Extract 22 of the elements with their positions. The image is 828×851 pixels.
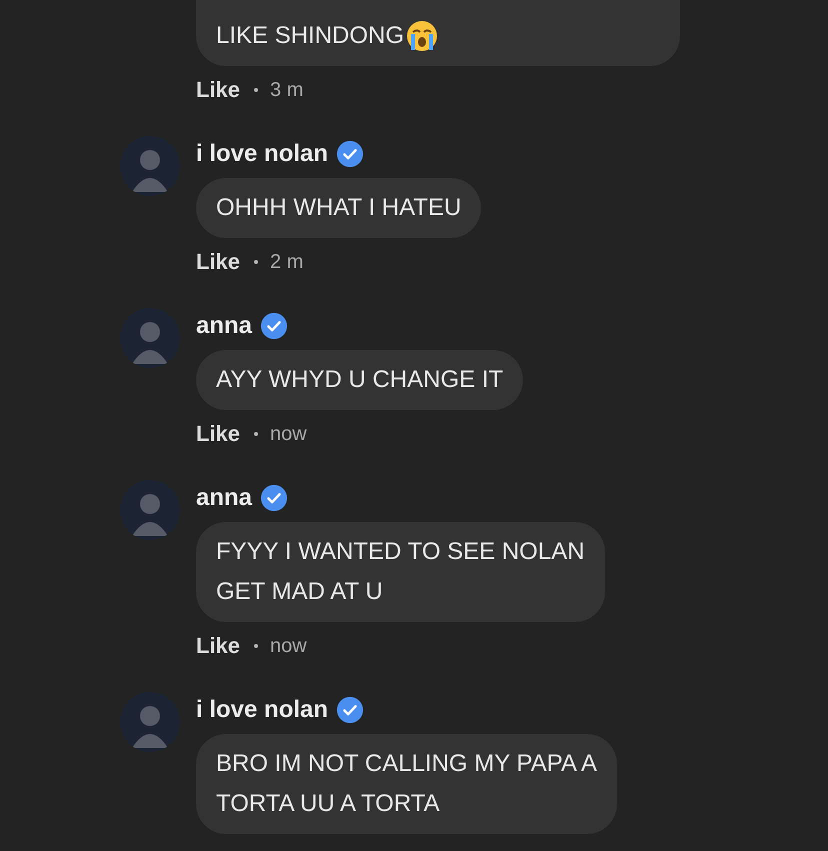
comment-time: 3 m (270, 78, 304, 102)
comment-bubble: BRO IM NOT CALLING MY PAPA A TORTA UU A TORTA (196, 734, 617, 834)
like-link[interactable]: Like (196, 421, 240, 447)
like-link[interactable]: Like (196, 77, 240, 103)
separator-dot (254, 432, 258, 436)
comment-time: now (270, 422, 307, 446)
comment-bubble: LIKE SHINDONG (196, 0, 680, 66)
comment-time: 2 m (270, 250, 304, 274)
user-name[interactable]: anna (196, 484, 252, 512)
user-name[interactable]: i love nolan (196, 696, 328, 724)
comment-bubble: FYYY I WANTED TO SEE NOLAN GET MAD AT U (196, 522, 605, 622)
crying-face-icon (406, 20, 438, 52)
comment-bubble: AYY WHYD U CHANGE IT (196, 350, 524, 410)
user-name[interactable]: i love nolan (196, 140, 328, 168)
user-name[interactable]: anna (196, 312, 252, 340)
comment-time: now (270, 634, 307, 658)
like-link[interactable]: Like (196, 633, 240, 659)
separator-dot (254, 88, 258, 92)
like-link[interactable]: Like (196, 249, 240, 275)
separator-dot (254, 644, 258, 648)
comment-bubble: OHHH WHAT I HATEU (196, 178, 482, 238)
separator-dot (254, 260, 258, 264)
